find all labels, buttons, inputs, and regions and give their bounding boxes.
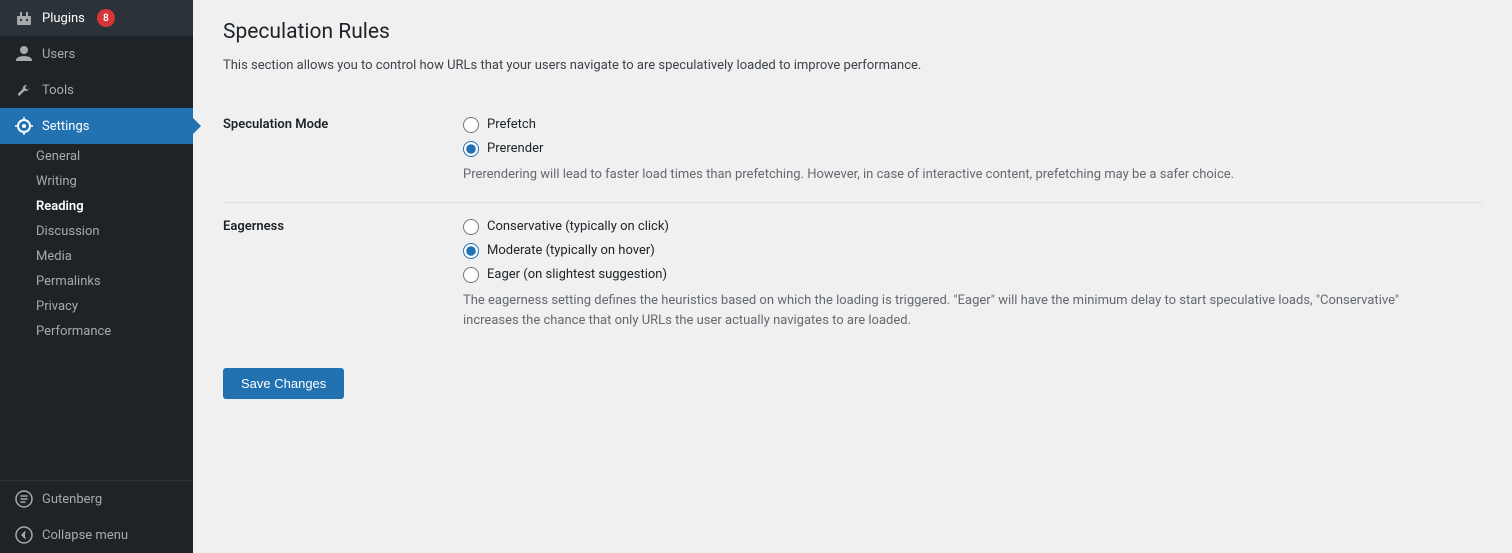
speculation-mode-controls: Prefetch Prerender Prerendering will lea… <box>453 101 1482 202</box>
sidebar-subitem-reading[interactable]: Reading <box>0 194 193 219</box>
collapse-label: Collapse menu <box>42 528 128 543</box>
eagerness-description: The eagerness setting defines the heuris… <box>463 291 1423 333</box>
collapse-icon <box>14 525 34 545</box>
sidebar-bottom: Gutenberg Collapse menu <box>0 480 193 553</box>
moderate-radio[interactable] <box>463 243 479 259</box>
eagerness-label-cell: Eagerness <box>223 202 453 348</box>
speculation-mode-label-cell: Speculation Mode <box>223 101 453 202</box>
plugins-badge: 8 <box>97 9 115 27</box>
sidebar-item-tools[interactable]: Tools <box>0 72 193 108</box>
settings-table: Speculation Mode Prefetch Prerender Prer… <box>223 101 1482 348</box>
gutenberg-icon <box>14 489 34 509</box>
gutenberg-label: Gutenberg <box>42 492 102 507</box>
settings-submenu: General Writing Reading Discussion Media… <box>0 144 193 344</box>
sidebar-item-gutenberg[interactable]: Gutenberg <box>0 481 193 517</box>
prerender-option[interactable]: Prerender <box>463 141 1472 157</box>
conservative-radio[interactable] <box>463 219 479 235</box>
conservative-label: Conservative (typically on click) <box>487 219 669 234</box>
sidebar-subitem-writing[interactable]: Writing <box>0 169 193 194</box>
section-description: This section allows you to control how U… <box>223 56 1482 77</box>
eager-radio[interactable] <box>463 267 479 283</box>
prerender-radio[interactable] <box>463 141 479 157</box>
eager-label: Eager (on slightest suggestion) <box>487 267 667 282</box>
users-icon <box>14 44 34 64</box>
moderate-option[interactable]: Moderate (typically on hover) <box>463 243 1472 259</box>
sidebar-subitem-general[interactable]: General <box>0 144 193 169</box>
sidebar-users-label: Users <box>42 47 75 62</box>
prefetch-option[interactable]: Prefetch <box>463 117 1472 133</box>
sidebar-item-settings[interactable]: Settings <box>0 108 193 144</box>
sidebar-subitem-privacy[interactable]: Privacy <box>0 294 193 319</box>
sidebar-subitem-discussion[interactable]: Discussion <box>0 219 193 244</box>
eagerness-label: Eagerness <box>223 219 284 234</box>
prefetch-radio[interactable] <box>463 117 479 133</box>
settings-icon <box>14 116 34 136</box>
sidebar-settings-label: Settings <box>42 119 89 134</box>
sidebar-item-users[interactable]: Users <box>0 36 193 72</box>
sidebar-subitem-media[interactable]: Media <box>0 244 193 269</box>
prerender-label: Prerender <box>487 141 543 156</box>
sidebar: Plugins 8 Users Tools Settin <box>0 0 193 553</box>
sidebar-item-collapse[interactable]: Collapse menu <box>0 517 193 553</box>
main-content: Speculation Rules This section allows yo… <box>193 0 1512 553</box>
sidebar-subitem-permalinks[interactable]: Permalinks <box>0 269 193 294</box>
sidebar-tools-label: Tools <box>42 83 74 98</box>
table-row: Speculation Mode Prefetch Prerender Prer… <box>223 101 1482 202</box>
prefetch-label: Prefetch <box>487 117 536 132</box>
tools-icon <box>14 80 34 100</box>
page-title: Speculation Rules <box>223 20 1482 44</box>
moderate-label: Moderate (typically on hover) <box>487 243 655 258</box>
conservative-option[interactable]: Conservative (typically on click) <box>463 219 1472 235</box>
table-row: Eagerness Conservative (typically on cli… <box>223 202 1482 348</box>
speculation-mode-description: Prerendering will lead to faster load ti… <box>463 165 1423 186</box>
eagerness-controls: Conservative (typically on click) Modera… <box>453 202 1482 348</box>
sidebar-plugins-label: Plugins <box>42 11 85 26</box>
save-button[interactable]: Save Changes <box>223 368 344 399</box>
speculation-mode-label: Speculation Mode <box>223 117 328 132</box>
sidebar-subitem-performance[interactable]: Performance <box>0 319 193 344</box>
plugin-icon <box>14 8 34 28</box>
eager-option[interactable]: Eager (on slightest suggestion) <box>463 267 1472 283</box>
sidebar-item-plugins[interactable]: Plugins 8 <box>0 0 193 36</box>
